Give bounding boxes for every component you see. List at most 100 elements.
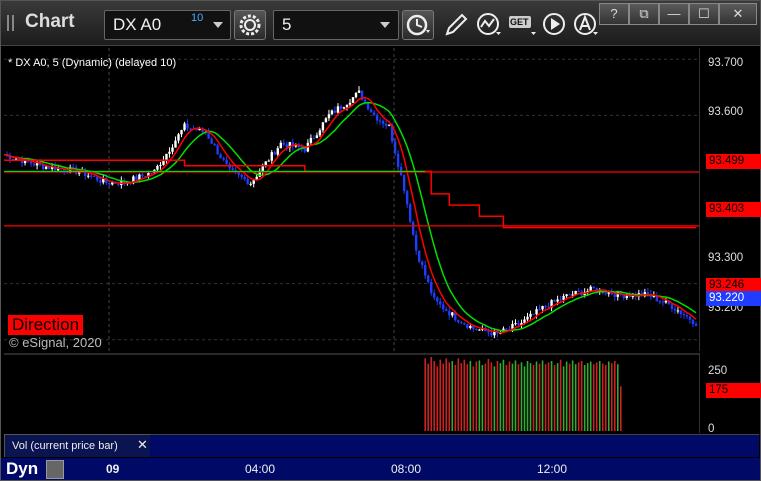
volume-chart[interactable] [4,353,699,433]
close-icon[interactable]: ✕ [137,437,148,453]
candle-body [532,313,535,315]
candle-body [35,163,39,166]
candle-body [312,137,316,139]
candle-body [345,104,349,108]
settings-button[interactable] [234,10,266,40]
symbol-input[interactable]: DX A0 10 [104,10,231,40]
candle-body [216,145,219,155]
candle-body [246,179,249,185]
minimize-button[interactable]: — [659,3,689,25]
price-chart[interactable] [4,48,699,351]
candle-body [664,300,668,303]
candle-body [207,132,210,139]
candle-body [276,148,279,155]
candle-body [384,123,388,126]
candle-body [44,166,48,170]
draw-tool-button[interactable] [441,10,471,40]
candle-body [32,163,36,166]
candle-body [372,112,376,116]
play-button[interactable] [540,10,570,40]
candle-body [589,286,592,291]
study-tab-volume[interactable]: Vol (current price bar) ✕ [4,434,151,457]
candle-body [529,313,532,317]
maximize-button[interactable]: ☐ [689,3,719,25]
candle-body [685,315,689,317]
time-button[interactable] [402,10,434,40]
candle-body [442,304,445,310]
candle-body [604,293,607,295]
candle-body [156,165,159,170]
candle-body [369,109,373,113]
candle-body [451,312,454,316]
volume-plate: 175 [706,383,761,398]
candle-body [559,299,562,301]
candle-body [282,142,286,145]
candle-body [421,261,424,266]
chevron-down-icon[interactable] [380,22,390,28]
candle-body [333,110,337,113]
candle-body [243,176,246,180]
time-tick: 09 [106,462,120,476]
candle-body [270,152,273,161]
toolbar: Chart DX A0 10 5 GET ? ⧉ — ☐ ✕ [1,1,760,46]
price-plate: 93.220 [706,291,761,306]
time-axis[interactable]: Dyn 09 04:00 08:00 12:00 [1,458,760,480]
study-tab-label: Vol (current price bar) [12,440,118,452]
price-tick-93700: 93.700 [708,57,744,69]
candle-body [177,134,180,141]
candle-body [321,122,325,131]
close-button[interactable]: ✕ [719,3,757,25]
candle-body [408,204,412,222]
candle-body [463,323,466,325]
candle-body [568,294,571,296]
interval-input[interactable]: 5 [273,10,399,40]
candle-body [186,123,189,129]
drag-grip-icon[interactable] [7,15,21,31]
candle-body [231,168,234,171]
candle-body [691,319,695,325]
symbol-value: DX A0 [113,15,162,34]
candle-body [445,309,448,312]
restore-button[interactable]: ⧉ [629,3,659,25]
candle-body [658,301,662,303]
candle-body [171,147,174,152]
help-button[interactable]: ? [599,3,629,25]
candle-body [93,176,96,178]
candle-body [417,250,421,262]
candle-body [396,153,400,167]
candle-body [90,175,93,177]
direction-label: Direction [8,315,84,335]
gear-icon [239,14,261,36]
candle-body [436,297,439,302]
lock-icon[interactable] [46,460,64,479]
red-stair-line [4,159,696,229]
clock-icon [406,14,430,36]
study-bar-fill [150,434,759,457]
candle-body [448,311,451,316]
candle-body [267,160,270,162]
candle-body [279,142,282,149]
candle-body [439,301,442,305]
candle-body [342,107,346,109]
red-average-line [4,96,697,334]
candle-body [354,92,358,98]
candle-body [222,158,225,160]
get-data-button[interactable]: GET [507,10,537,40]
play-icon [543,13,565,35]
price-plate: 93.403 [706,202,761,217]
chevron-down-icon[interactable] [213,22,223,28]
candle-body [460,322,463,324]
candle-body [135,176,138,180]
candle-body [682,314,686,316]
candle-body [189,128,192,130]
candle-body [351,97,355,103]
candle-body [670,304,674,309]
candle-body [225,159,228,165]
candle-body [381,120,385,124]
candle-body [565,294,568,297]
copyright-text: © eSignal, 2020 [9,335,102,350]
time-tick: 04:00 [245,462,276,476]
studies-button[interactable] [474,10,504,40]
alert-button[interactable] [571,10,601,40]
time-tick: 08:00 [391,462,422,476]
